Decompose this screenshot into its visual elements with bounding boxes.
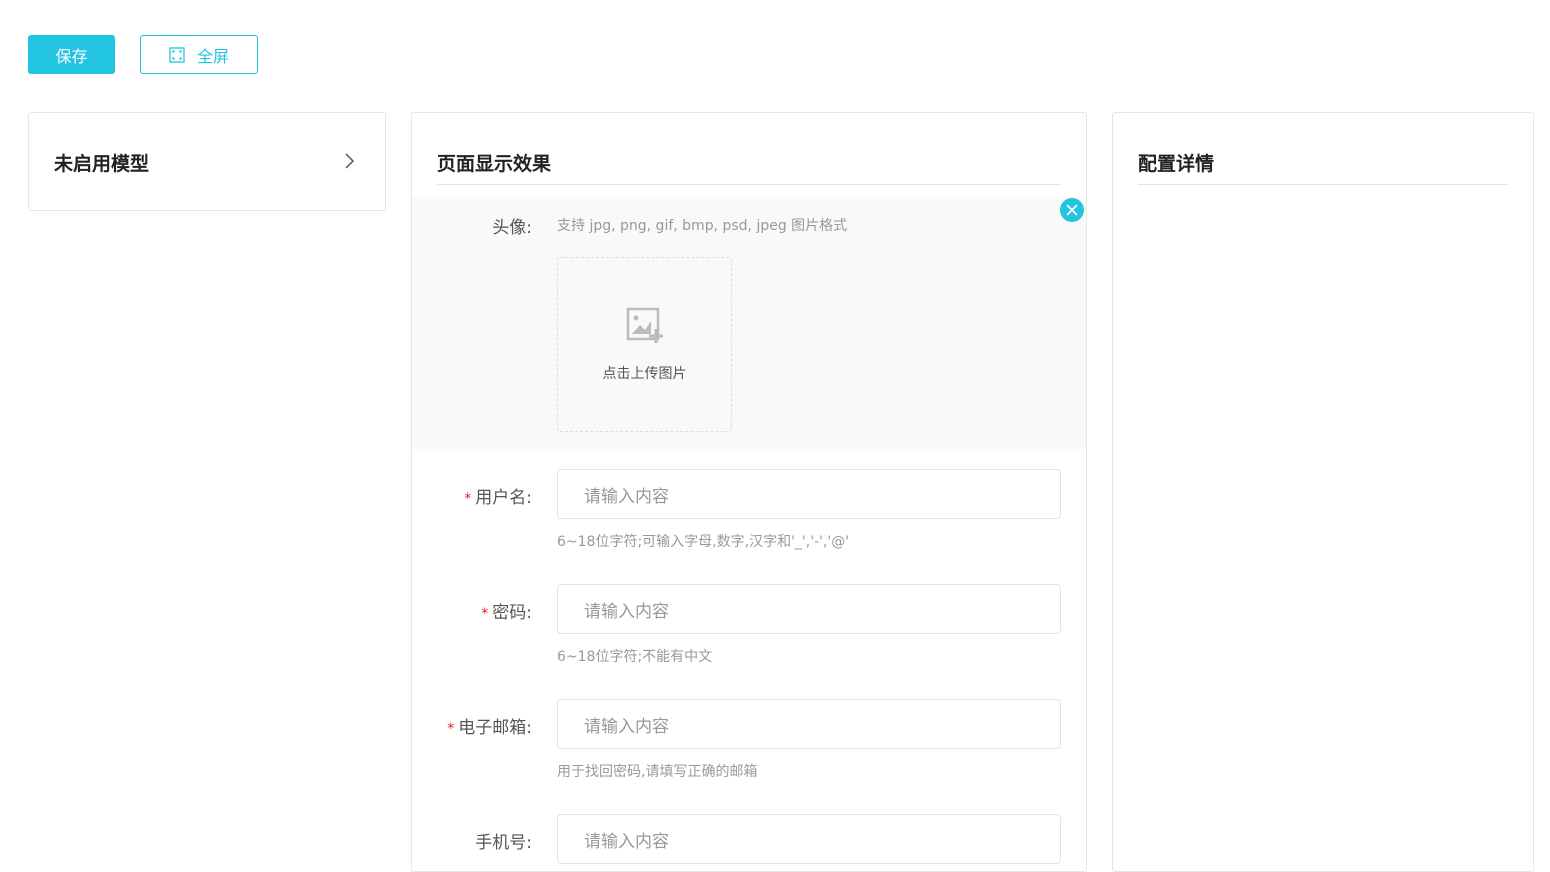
image-upload-icon xyxy=(626,307,663,343)
avatar-label: 头像: xyxy=(492,218,532,238)
close-icon[interactable] xyxy=(1060,198,1084,222)
upload-label: 点击上传图片 xyxy=(602,365,687,382)
email-hint: 用于找回密码,请填写正确的邮箱 xyxy=(557,764,758,780)
username-label: * 用户名: xyxy=(464,488,532,508)
fullscreen-button[interactable]: 全屏 xyxy=(140,35,258,74)
fullscreen-icon xyxy=(169,46,185,63)
password-hint: 6~18位字符;不能有中文 xyxy=(557,649,713,665)
phone-input[interactable]: 请输入内容 xyxy=(557,814,1061,864)
chevron-right-icon[interactable] xyxy=(343,153,355,169)
upload-image-button[interactable]: 点击上传图片 xyxy=(557,257,732,432)
email-input[interactable]: 请输入内容 xyxy=(557,699,1061,749)
divider xyxy=(1138,184,1508,185)
fullscreen-label: 全屏 xyxy=(196,46,229,66)
avatar-hint: 支持 jpg, png, gif, bmp, psd, jpeg 图片格式 xyxy=(557,218,848,234)
unused-models-title: 未启用模型 xyxy=(54,153,150,175)
config-panel: 配置详情 xyxy=(1112,112,1534,872)
password-label: * 密码: xyxy=(481,603,532,623)
username-hint: 6~18位字符;可输入字母,数字,汉字和'_','-','@' xyxy=(557,534,850,550)
preview-title: 页面显示效果 xyxy=(437,153,552,175)
username-input[interactable]: 请输入内容 xyxy=(557,469,1061,519)
phone-label: 手机号: xyxy=(475,833,532,853)
email-label: * 电子邮箱: xyxy=(447,718,532,738)
divider xyxy=(437,184,1061,185)
unused-models-panel[interactable]: 未启用模型 xyxy=(28,112,386,211)
password-input[interactable]: 请输入内容 xyxy=(557,584,1061,634)
save-button[interactable]: 保存 xyxy=(28,35,115,74)
config-title: 配置详情 xyxy=(1138,153,1215,175)
